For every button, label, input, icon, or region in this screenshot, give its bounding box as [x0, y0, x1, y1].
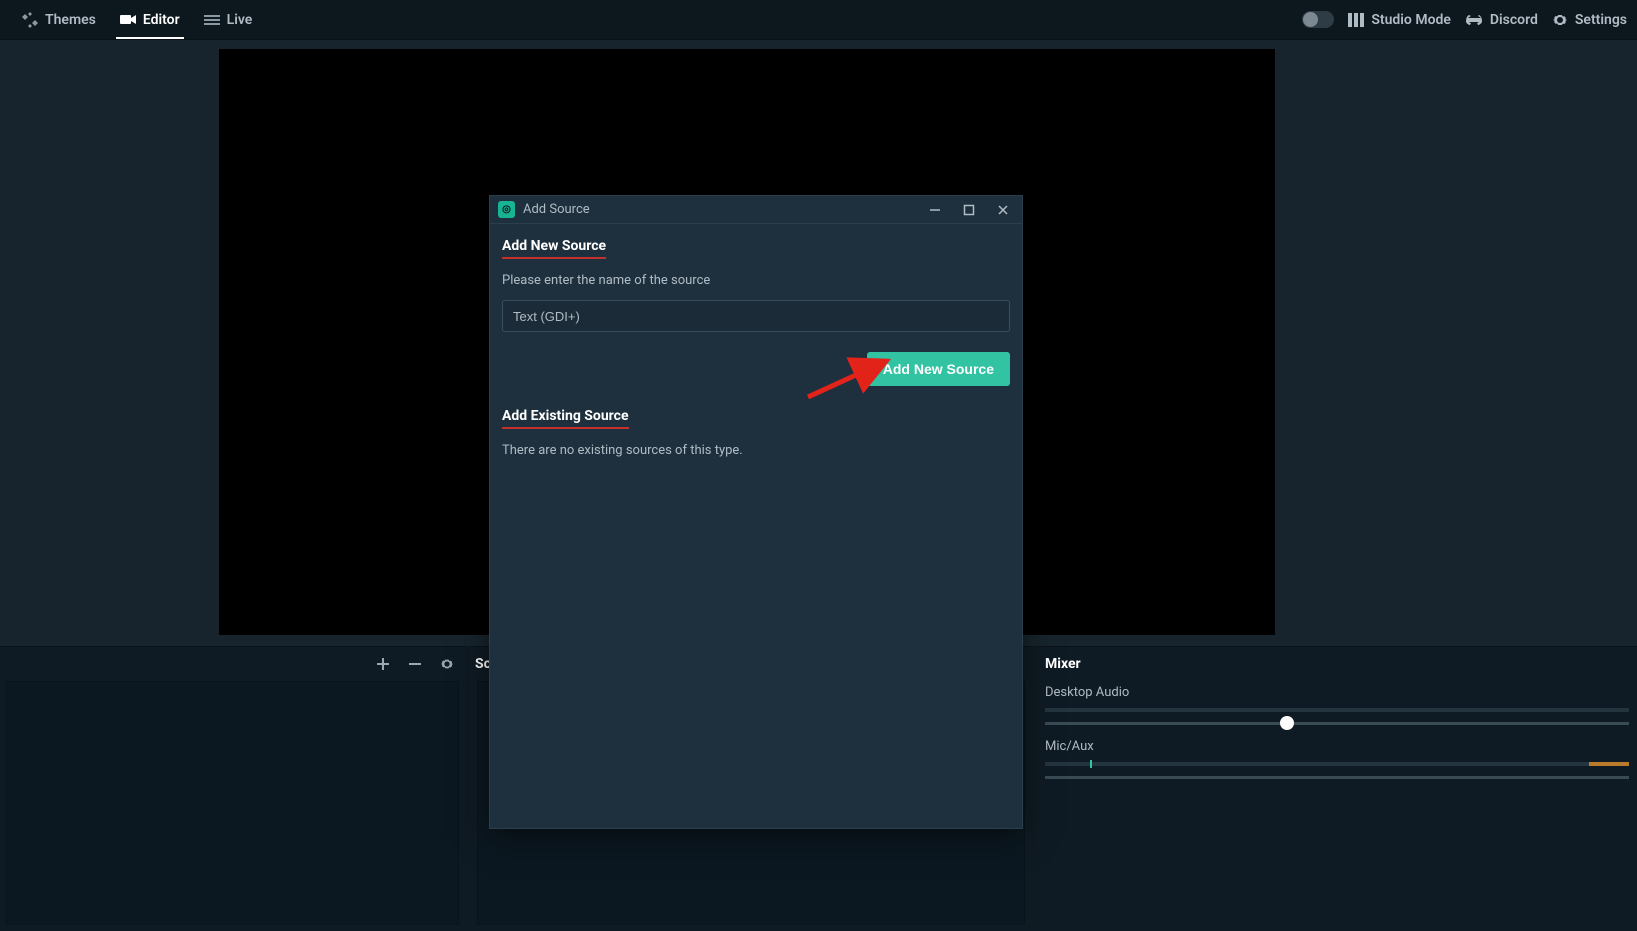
existing-empty-text: There are no existing sources of this ty… [502, 443, 1010, 458]
meter-warn [1589, 762, 1629, 766]
mixer-channel-desktop: Desktop Audio [1045, 685, 1629, 725]
themes-icon [22, 12, 38, 28]
scenes-panel-head [0, 647, 465, 681]
mixer-panel-title: Mixer [1045, 656, 1081, 672]
volume-slider[interactable] [1045, 776, 1629, 779]
modal-body: Add New Source Please enter the name of … [490, 224, 1022, 828]
mixer-channel-label: Mic/Aux [1045, 739, 1629, 754]
settings-label: Settings [1575, 12, 1627, 28]
toggle-knob [1303, 12, 1318, 27]
tab-label: Editor [143, 12, 180, 28]
source-name-input[interactable] [502, 300, 1010, 332]
discord-label: Discord [1490, 12, 1538, 28]
live-icon [204, 12, 220, 28]
modal-window-title: Add Source [523, 202, 590, 217]
tab-live[interactable]: Live [192, 0, 265, 39]
discord-icon [1465, 13, 1483, 27]
mixer-panel: Mixer Desktop Audio Mic/Aux [1037, 646, 1637, 931]
tab-editor[interactable]: Editor [108, 0, 192, 39]
gear-icon [1552, 12, 1568, 28]
mixer-channel-label: Desktop Audio [1045, 685, 1629, 700]
plus-icon[interactable] [373, 654, 393, 674]
studio-mode-button[interactable]: Studio Mode [1348, 12, 1451, 28]
gear-icon[interactable] [437, 654, 457, 674]
minus-icon[interactable] [405, 654, 425, 674]
discord-button[interactable]: Discord [1465, 12, 1538, 28]
studio-mode-icon [1348, 13, 1364, 27]
maximize-icon[interactable] [956, 200, 982, 220]
top-bar: Themes Editor Live Studio Mode [0, 0, 1637, 40]
tab-themes[interactable]: Themes [10, 0, 108, 39]
mixer-body: Desktop Audio Mic/Aux [1037, 681, 1637, 931]
scenes-panel [0, 646, 465, 931]
volume-slider[interactable] [1045, 722, 1629, 725]
tab-label: Themes [45, 12, 96, 28]
audio-meter [1045, 708, 1629, 712]
minimize-icon[interactable] [922, 200, 948, 220]
add-source-modal: ◎ Add Source Add New Source Please enter… [489, 195, 1023, 829]
modal-titlebar[interactable]: ◎ Add Source [490, 196, 1022, 224]
night-toggle[interactable] [1302, 11, 1334, 28]
slider-thumb[interactable] [1280, 716, 1294, 730]
topbar-right: Studio Mode Discord Settings [1302, 11, 1627, 28]
source-name-hint: Please enter the name of the source [502, 273, 1010, 288]
mixer-channel-mic: Mic/Aux [1045, 739, 1629, 779]
audio-meter [1045, 762, 1629, 766]
nav-tabs: Themes Editor Live [10, 0, 264, 39]
app-icon: ◎ [498, 201, 515, 218]
close-icon[interactable] [990, 200, 1016, 220]
section-add-existing: Add Existing Source [502, 408, 629, 429]
studio-mode-label: Studio Mode [1371, 12, 1451, 28]
meter-tick [1090, 760, 1092, 768]
tab-label: Live [227, 12, 253, 28]
section-add-new: Add New Source [502, 238, 606, 259]
settings-button[interactable]: Settings [1552, 12, 1627, 28]
camera-icon [120, 12, 136, 28]
scenes-list[interactable] [6, 681, 459, 925]
mixer-panel-head: Mixer [1037, 647, 1637, 681]
add-new-source-button[interactable]: Add New Source [867, 352, 1010, 386]
